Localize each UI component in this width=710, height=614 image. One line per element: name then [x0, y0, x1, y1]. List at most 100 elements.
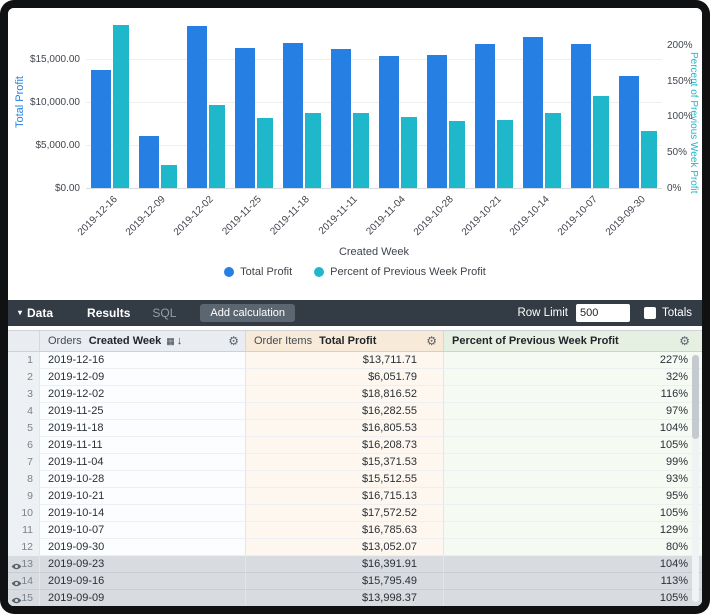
header-percent-previous-week-profit[interactable]: Percent of Previous Week Profit ⚙ — [444, 331, 702, 351]
cell-percent-prev-week-profit[interactable]: 104% — [444, 556, 702, 573]
cell-percent-prev-week-profit[interactable]: 99% — [444, 454, 702, 471]
left-axis-tick-label: $10,000.00 — [8, 97, 80, 108]
bar-total-profit[interactable] — [283, 43, 303, 188]
bar-total-profit[interactable] — [619, 76, 639, 188]
data-toolbar: ▾ Data Results SQL Add calculation Row L… — [8, 300, 702, 326]
table-row: 102019-10-14$17,572.52105% — [8, 505, 702, 522]
table-row: 52019-11-18$16,805.53104% — [8, 420, 702, 437]
bar-percent-prev-week[interactable] — [545, 113, 561, 188]
cell-total-profit[interactable]: $15,371.53 — [246, 454, 444, 471]
header-orders-created-week[interactable]: Orders Created Week ▦↓ ⚙ — [40, 331, 246, 351]
cell-percent-prev-week-profit[interactable]: 129% — [444, 522, 702, 539]
cell-percent-prev-week-profit[interactable]: 95% — [444, 488, 702, 505]
cell-created-week[interactable]: 2019-11-11 — [40, 437, 246, 454]
bar-total-profit[interactable] — [139, 136, 159, 188]
cell-percent-prev-week-profit[interactable]: 105% — [444, 590, 702, 606]
cell-percent-prev-week-profit[interactable]: 113% — [444, 573, 702, 590]
bar-total-profit[interactable] — [379, 56, 399, 188]
bar-percent-prev-week[interactable] — [641, 131, 657, 188]
column-gear-icon[interactable]: ⚙ — [679, 334, 690, 348]
add-calculation-button[interactable]: Add calculation — [200, 304, 295, 322]
cell-created-week[interactable]: 2019-12-02 — [40, 386, 246, 403]
bar-total-profit[interactable] — [235, 48, 255, 188]
tab-results[interactable]: Results — [87, 306, 130, 320]
cell-created-week[interactable]: 2019-10-21 — [40, 488, 246, 505]
hidden-eye-icon — [11, 577, 22, 590]
cell-percent-prev-week-profit[interactable]: 227% — [444, 352, 702, 369]
cell-created-week[interactable]: 2019-10-14 — [40, 505, 246, 522]
legend-item-percent-prev-week[interactable]: Percent of Previous Week Profit — [314, 266, 486, 278]
bar-percent-prev-week[interactable] — [305, 113, 321, 188]
legend-dot-total-profit — [224, 267, 234, 277]
cell-created-week[interactable]: 2019-11-18 — [40, 420, 246, 437]
cell-percent-prev-week-profit[interactable]: 97% — [444, 403, 702, 420]
cell-created-week[interactable]: 2019-09-09 — [40, 590, 246, 606]
bar-total-profit[interactable] — [331, 49, 351, 188]
cell-percent-prev-week-profit[interactable]: 116% — [444, 386, 702, 403]
row-number: 13 — [8, 556, 40, 573]
row-number: 14 — [8, 573, 40, 590]
right-axis-tick-label: 100% — [667, 111, 701, 122]
cell-percent-prev-week-profit[interactable]: 104% — [444, 420, 702, 437]
cell-percent-prev-week-profit[interactable]: 80% — [444, 539, 702, 556]
header-order-items-total-profit[interactable]: Order Items Total Profit ⚙ — [246, 331, 444, 351]
cell-total-profit[interactable]: $6,051.79 — [246, 369, 444, 386]
cell-total-profit[interactable]: $16,715.13 — [246, 488, 444, 505]
cell-created-week[interactable]: 2019-10-07 — [40, 522, 246, 539]
bar-percent-prev-week[interactable] — [449, 121, 465, 188]
bar-percent-prev-week[interactable] — [497, 120, 513, 188]
cell-total-profit[interactable]: $17,572.52 — [246, 505, 444, 522]
cell-total-profit[interactable]: $13,052.07 — [246, 539, 444, 556]
row-number: 2 — [8, 369, 40, 386]
bar-percent-prev-week[interactable] — [161, 165, 177, 188]
cell-created-week[interactable]: 2019-09-16 — [40, 573, 246, 590]
cell-percent-prev-week-profit[interactable]: 105% — [444, 437, 702, 454]
cell-total-profit[interactable]: $13,998.37 — [246, 590, 444, 606]
row-limit-input[interactable] — [576, 304, 630, 322]
chart-section: Total Profit Percent of Previous Week Pr… — [8, 8, 702, 300]
cell-created-week[interactable]: 2019-11-25 — [40, 403, 246, 420]
cell-created-week[interactable]: 2019-09-23 — [40, 556, 246, 573]
cell-total-profit[interactable]: $16,785.63 — [246, 522, 444, 539]
cell-total-profit[interactable]: $15,512.55 — [246, 471, 444, 488]
column-gear-icon[interactable]: ⚙ — [426, 334, 437, 348]
cell-percent-prev-week-profit[interactable]: 32% — [444, 369, 702, 386]
column-gear-icon[interactable]: ⚙ — [228, 334, 239, 348]
bar-total-profit[interactable] — [475, 44, 495, 188]
legend-item-total-profit[interactable]: Total Profit — [224, 266, 292, 278]
cell-total-profit[interactable]: $16,391.91 — [246, 556, 444, 573]
bar-total-profit[interactable] — [523, 37, 543, 188]
bar-total-profit[interactable] — [91, 70, 111, 188]
cell-percent-prev-week-profit[interactable]: 93% — [444, 471, 702, 488]
cell-percent-prev-week-profit[interactable]: 105% — [444, 505, 702, 522]
chart-plot — [86, 16, 662, 189]
bar-percent-prev-week[interactable] — [593, 96, 609, 188]
bar-total-profit[interactable] — [427, 55, 447, 188]
cell-total-profit[interactable]: $15,795.49 — [246, 573, 444, 590]
bar-percent-prev-week[interactable] — [113, 25, 129, 188]
cell-total-profit[interactable]: $13,711.71 — [246, 352, 444, 369]
bar-percent-prev-week[interactable] — [257, 118, 273, 188]
cell-total-profit[interactable]: $16,208.73 — [246, 437, 444, 454]
cell-total-profit[interactable]: $18,816.52 — [246, 386, 444, 403]
bar-percent-prev-week[interactable] — [209, 105, 225, 188]
table-row: 122019-09-30$13,052.0780% — [8, 539, 702, 556]
cell-created-week[interactable]: 2019-11-04 — [40, 454, 246, 471]
cell-created-week[interactable]: 2019-10-28 — [40, 471, 246, 488]
bar-percent-prev-week[interactable] — [401, 117, 417, 188]
cell-created-week[interactable]: 2019-12-09 — [40, 369, 246, 386]
tab-sql[interactable]: SQL — [152, 306, 176, 320]
column-field-name: Total Profit — [319, 335, 376, 347]
totals-checkbox[interactable] — [644, 307, 656, 319]
bar-total-profit[interactable] — [187, 26, 207, 188]
bar-percent-prev-week[interactable] — [353, 113, 369, 188]
scrollbar-thumb[interactable] — [692, 355, 699, 439]
cell-total-profit[interactable]: $16,282.55 — [246, 403, 444, 420]
bar-total-profit[interactable] — [571, 44, 591, 188]
cell-total-profit[interactable]: $16,805.53 — [246, 420, 444, 437]
cell-created-week[interactable]: 2019-12-16 — [40, 352, 246, 369]
cell-created-week[interactable]: 2019-09-30 — [40, 539, 246, 556]
data-toggle-label: Data — [27, 306, 53, 320]
data-section-toggle[interactable]: ▾ Data — [18, 306, 53, 320]
sort-desc-arrow-icon: ↓ — [177, 335, 183, 347]
